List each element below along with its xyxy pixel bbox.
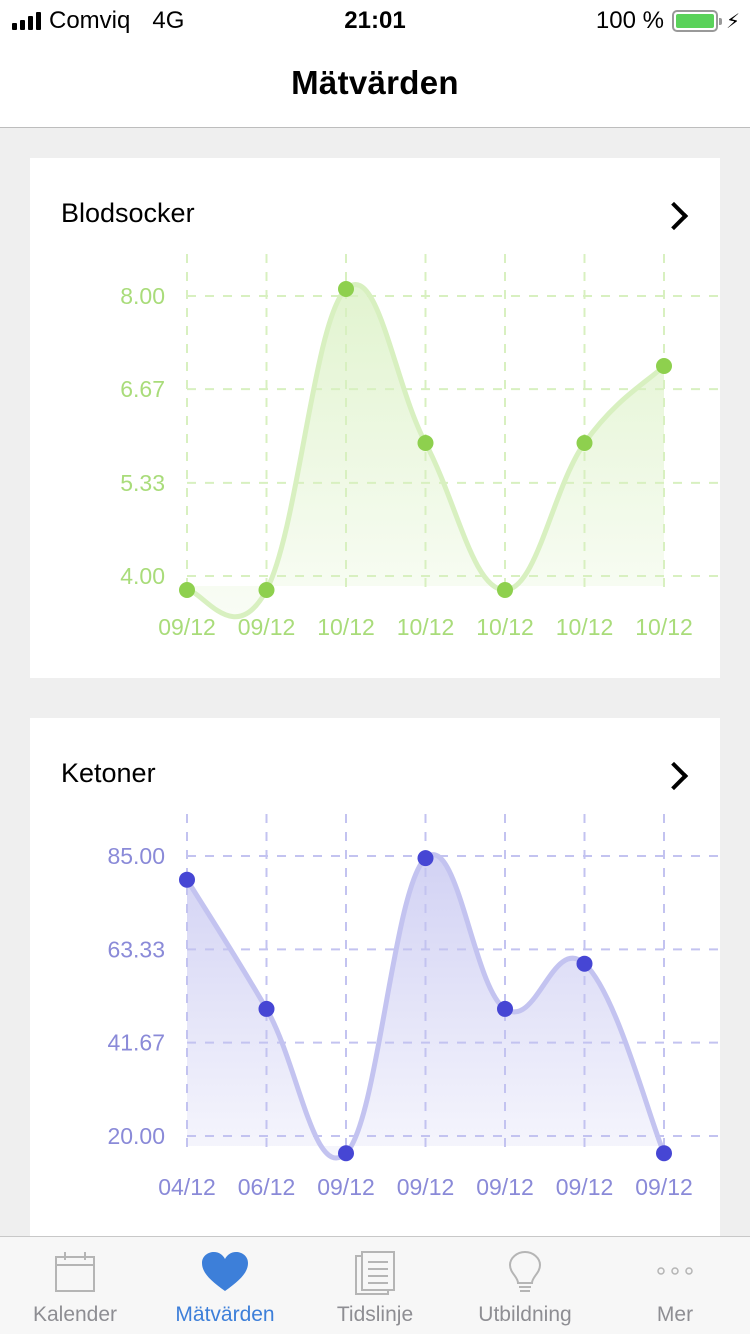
data-point	[338, 1145, 354, 1162]
x-tick-label: 10/12	[635, 614, 693, 640]
tab-kalender[interactable]: Kalender	[0, 1237, 150, 1334]
tab-label: Mer	[656, 1303, 694, 1326]
data-point	[576, 435, 593, 451]
data-point	[417, 435, 434, 451]
x-tick-label: 09/12	[635, 1174, 693, 1200]
data-point	[497, 582, 513, 598]
data-point	[179, 871, 195, 888]
more-icon	[657, 1267, 693, 1275]
series-area	[187, 854, 664, 1159]
data-point	[338, 281, 354, 297]
blodsocker-card[interactable]: Blodsocker 8.00 6.67 5.33 4.00 09/12 09/12 10/…	[30, 158, 720, 678]
ketoner-card[interactable]: Ketoner 85.00 63.33 41.67 20.00 04/12 06/12 09…	[30, 718, 720, 1238]
data-point	[417, 850, 434, 867]
tab-tidslinje[interactable]: Tidslinje	[300, 1237, 450, 1334]
lightbulb-icon	[508, 1251, 542, 1292]
data-point	[258, 582, 275, 598]
x-tick-label: 09/12	[556, 1174, 614, 1200]
data-point	[656, 1145, 672, 1162]
blodsocker-chart: 8.00 6.67 5.33 4.00 09/12 09/12 10/12 10/12 10/1…	[120, 254, 720, 640]
status-right: 100 % ⚡︎	[596, 7, 740, 35]
x-tick-label: 04/12	[158, 1174, 216, 1200]
tab-label: Kalender	[32, 1303, 118, 1326]
document-icon	[355, 1251, 395, 1295]
y-tick-label: 4.00	[120, 563, 165, 589]
tab-label: Utbildning	[478, 1303, 572, 1326]
tab-label: Mätvärden	[175, 1303, 275, 1326]
x-tick-label: 10/12	[397, 614, 455, 640]
ketoner-chart: 85.00 63.33 41.67 20.00 04/12 06/12 09/12 09/12…	[107, 814, 720, 1200]
y-tick-label: 6.67	[120, 376, 165, 402]
tab-bar: Kalender Mätvärden Tidslinje Utbildning	[0, 1236, 750, 1334]
navigation-bar: Mätvärden	[0, 40, 750, 128]
y-tick-label: 41.67	[107, 1030, 165, 1056]
data-point	[576, 955, 593, 972]
status-bar: Comviq 4G 21:01 100 % ⚡︎	[0, 0, 750, 40]
x-tick-label: 10/12	[476, 614, 534, 640]
tab-label: Tidslinje	[336, 1303, 414, 1326]
y-tick-label: 63.33	[107, 936, 165, 962]
x-tick-label: 10/12	[556, 614, 614, 640]
tab-matvarden[interactable]: Mätvärden	[150, 1237, 300, 1334]
x-tick-label: 09/12	[317, 1174, 375, 1200]
data-point	[258, 1000, 275, 1017]
battery-fill	[675, 14, 714, 28]
tab-utbildning[interactable]: Utbildning	[450, 1237, 600, 1334]
data-point	[497, 1000, 513, 1017]
y-tick-label: 20.00	[107, 1123, 165, 1149]
charging-icon: ⚡︎	[725, 10, 740, 33]
calendar-icon	[55, 1252, 95, 1292]
x-tick-label: 06/12	[238, 1174, 296, 1200]
x-tick-label: 09/12	[238, 614, 296, 640]
battery-percent: 100 %	[595, 7, 664, 34]
data-point	[656, 358, 672, 374]
x-tick-label: 09/12	[397, 1174, 455, 1200]
x-tick-label: 10/12	[317, 614, 375, 640]
y-tick-label: 8.00	[120, 283, 165, 309]
y-tick-label: 85.00	[107, 843, 165, 869]
heart-icon	[202, 1252, 248, 1291]
tab-mer[interactable]: Mer	[600, 1237, 750, 1334]
x-tick-label: 09/12	[476, 1174, 534, 1200]
x-tick-label: 09/12	[158, 614, 216, 640]
y-tick-label: 5.33	[120, 470, 165, 496]
data-point	[179, 582, 195, 598]
battery-icon	[671, 10, 722, 32]
page-title: Mätvärden	[291, 64, 459, 101]
